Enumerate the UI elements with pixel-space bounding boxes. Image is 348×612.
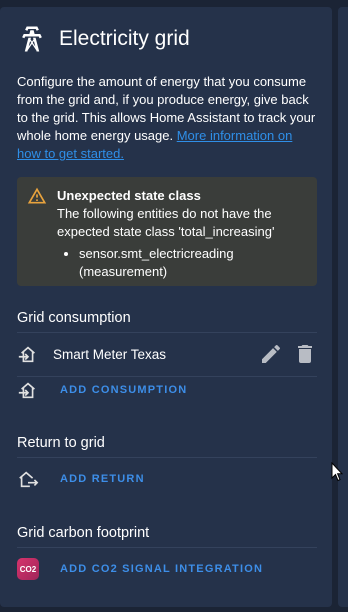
mouse-cursor-icon [331, 462, 343, 482]
warning-entity-item: sensor.smt_electricreading (measurement) [79, 245, 312, 281]
adjacent-card-edge [338, 7, 348, 607]
add-co2-signal-label: ADD CO2 SIGNAL INTEGRATION [60, 563, 264, 575]
add-consumption-button[interactable]: ADD CONSUMPTION [17, 370, 317, 410]
card-header: Electricity grid [17, 21, 190, 57]
co2-signal-icon: CO2 [17, 558, 39, 580]
divider [17, 332, 317, 333]
home-import-icon [18, 346, 35, 363]
add-consumption-label: ADD CONSUMPTION [60, 384, 188, 396]
home-export-icon [19, 471, 39, 488]
add-return-button[interactable]: ADD RETURN [17, 459, 317, 499]
warning-entity-list: sensor.smt_electricreading (measurement) [57, 245, 312, 281]
warning-message: The following entities do not have the e… [57, 206, 275, 239]
warning-icon [27, 187, 47, 204]
grid-card: Electricity grid Configure the amount of… [0, 7, 332, 607]
transmission-tower-icon [22, 26, 42, 52]
consumption-source-row: Smart Meter Texas [17, 334, 317, 374]
add-return-label: ADD RETURN [60, 473, 145, 485]
card-title: Electricity grid [59, 27, 190, 50]
warning-body: Unexpected state class The following ent… [57, 187, 312, 281]
card-description: Configure the amount of energy that you … [17, 73, 317, 163]
warning-alert: Unexpected state class The following ent… [17, 177, 317, 286]
grid-consumption-heading: Grid consumption [17, 310, 131, 326]
divider [17, 457, 317, 458]
home-import-icon [18, 382, 35, 399]
delete-icon[interactable] [293, 342, 317, 366]
return-to-grid-heading: Return to grid [17, 435, 105, 451]
divider [17, 547, 317, 548]
add-co2-signal-button[interactable]: CO2 ADD CO2 SIGNAL INTEGRATION [17, 549, 317, 589]
warning-title: Unexpected state class [57, 188, 201, 203]
consumption-source-name: Smart Meter Texas [53, 346, 167, 362]
grid-carbon-footprint-heading: Grid carbon footprint [17, 525, 150, 541]
co2-badge-text: CO2 [19, 564, 37, 574]
edit-icon[interactable] [259, 342, 283, 366]
